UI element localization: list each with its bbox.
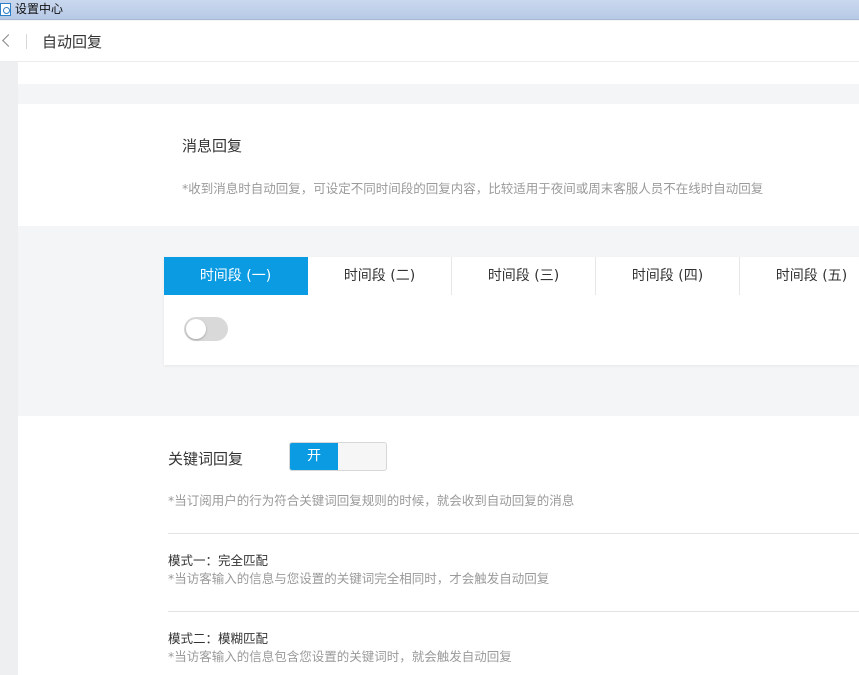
- switch-on-label: 开: [290, 443, 338, 470]
- top-panel: [18, 62, 859, 84]
- tab-time-period-5[interactable]: 时间段 (五): [740, 257, 859, 295]
- toggle-knob: [186, 319, 206, 339]
- divider: [168, 611, 859, 612]
- divider: [168, 533, 859, 534]
- mode-2-title: 模式二：模糊匹配: [168, 631, 269, 646]
- mode-1-title: 模式一：完全匹配: [168, 553, 269, 568]
- navbar-divider: [26, 34, 27, 49]
- keyword-reply-section: 关键词回复 开 *当订阅用户的行为符合关键词回复规则的时候，就会收到自动回复的消…: [18, 416, 859, 675]
- time-period-card: 时间段 (一) 时间段 (二) 时间段 (三) 时间段 (四) 时间段 (五): [164, 257, 859, 365]
- keyword-reply-description: *当订阅用户的行为符合关键词回复规则的时候，就会收到自动回复的消息: [168, 493, 575, 508]
- mode-1-description: *当访客输入的信息与您设置的关键词完全相同时，才会触发自动回复: [168, 571, 550, 586]
- keyword-reply-heading: 关键词回复: [168, 450, 244, 468]
- keyword-reply-switch[interactable]: 开: [289, 442, 387, 471]
- tab-time-period-2[interactable]: 时间段 (二): [308, 257, 452, 295]
- tab-time-period-3[interactable]: 时间段 (三): [452, 257, 596, 295]
- chevron-left-icon[interactable]: [0, 33, 14, 49]
- left-margin: [0, 62, 18, 675]
- window-titlebar: 设置中心: [0, 0, 859, 20]
- message-reply-section: 消息回复 *收到消息时自动回复，可设定不同时间段的回复内容，比较适用于夜间或周末…: [18, 104, 859, 226]
- time-period-tabs: 时间段 (一) 时间段 (二) 时间段 (三) 时间段 (四) 时间段 (五): [164, 257, 859, 295]
- tab-time-period-1[interactable]: 时间段 (一): [164, 257, 308, 295]
- tab-time-period-4[interactable]: 时间段 (四): [596, 257, 740, 295]
- page-title: 自动回复: [42, 33, 103, 51]
- message-reply-description: *收到消息时自动回复，可设定不同时间段的回复内容，比较适用于夜间或周末客服人员不…: [182, 181, 764, 196]
- app-icon: [0, 3, 11, 16]
- top-navbar: 自动回复: [0, 21, 859, 62]
- message-reply-heading: 消息回复: [182, 137, 243, 155]
- mode-2-description: *当访客输入的信息包含您设置的关键词时，就会触发自动回复: [168, 649, 512, 664]
- window-title: 设置中心: [15, 2, 64, 16]
- time-period-section: 时间段 (一) 时间段 (二) 时间段 (三) 时间段 (四) 时间段 (五): [18, 226, 859, 396]
- time-period-toggle[interactable]: [184, 317, 228, 341]
